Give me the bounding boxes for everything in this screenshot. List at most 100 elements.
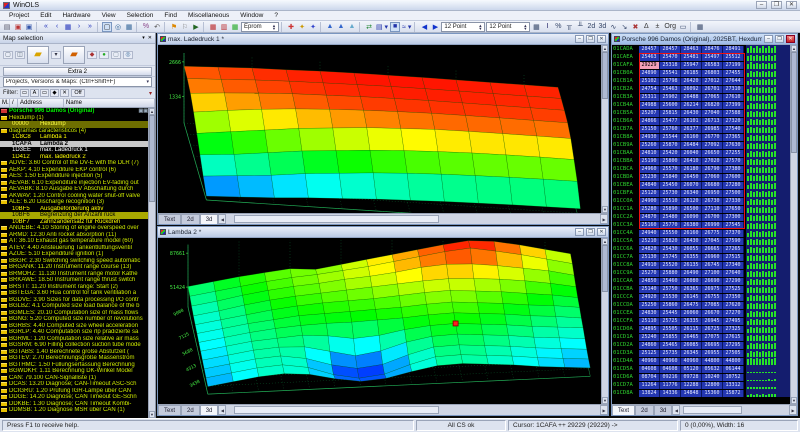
- hex-cell[interactable]: 27265: [723, 246, 744, 253]
- hex-cell[interactable]: 13312: [723, 382, 744, 389]
- filter-button-3[interactable]: ◆: [50, 89, 59, 97]
- hex-cell[interactable]: 25280: [639, 206, 660, 213]
- hex-cell[interactable]: 27040: [702, 110, 723, 117]
- selection-mode-icon[interactable]: ▢: [102, 22, 112, 32]
- hex-cell[interactable]: 26713: [702, 118, 723, 125]
- maximize-button[interactable]: ❐: [771, 1, 782, 9]
- scroll-left-icon[interactable]: ◀: [218, 405, 226, 415]
- extra2-tab[interactable]: Extra 2: [3, 67, 152, 76]
- hex-cell[interactable]: 27600: [723, 174, 744, 181]
- tab-2d[interactable]: 2d: [181, 214, 200, 224]
- hex-cell[interactable]: 25745: [660, 254, 681, 261]
- hex-cell[interactable]: 27320: [723, 118, 744, 125]
- hex-cell[interactable]: 24895: [639, 326, 660, 333]
- scroll-up-icon[interactable]: ▲: [602, 238, 608, 245]
- restore-button[interactable]: ❐: [775, 35, 784, 43]
- scroll-up-icon[interactable]: ▲: [149, 108, 155, 115]
- hex-cell[interactable]: 26960: [702, 254, 723, 261]
- menu-project[interactable]: Project: [4, 11, 34, 20]
- spinner-icon[interactable]: ▲▼: [523, 24, 527, 30]
- hex-cell[interactable]: 27495: [723, 318, 744, 325]
- hex-cell[interactable]: 27630: [723, 142, 744, 149]
- wave-icon[interactable]: ∿: [608, 22, 618, 32]
- hex-cell[interactable]: 27380: [723, 166, 744, 173]
- grid-final-icon[interactable]: ▦: [695, 22, 705, 32]
- hex-cell[interactable]: 26340: [681, 190, 702, 197]
- hex-cell[interactable]: 05632: [702, 366, 723, 373]
- hex-cell[interactable]: 26355: [681, 254, 702, 261]
- hex-cell[interactable]: 26695: [702, 342, 723, 349]
- hex-cell[interactable]: 27325: [723, 326, 744, 333]
- hex-row[interactable]: 01CD4A4096040960409604480044800: [612, 357, 790, 365]
- scroll-down-icon[interactable]: ▼: [602, 206, 608, 213]
- text-3d-icon[interactable]: 3d: [597, 22, 607, 32]
- hex-cell[interactable]: 25318: [660, 62, 681, 69]
- prev-map-icon[interactable]: ‹: [52, 22, 62, 32]
- cursor-mode-icon[interactable]: I: [542, 22, 552, 32]
- menu-window[interactable]: Window: [235, 11, 268, 20]
- hex-cell[interactable]: 26430: [681, 238, 702, 245]
- hex-cell[interactable]: 26985: [702, 126, 723, 133]
- filter-button-4[interactable]: ✕: [60, 89, 69, 97]
- print-icon[interactable]: ▤: [2, 22, 12, 32]
- hex-row[interactable]: 01CB7A2515025760263772698527540: [612, 125, 790, 133]
- hex-cell[interactable]: 26950: [702, 190, 723, 197]
- view-square-icon[interactable]: ■: [390, 22, 400, 32]
- menu-edit[interactable]: Edit: [35, 11, 56, 20]
- hex-cell[interactable]: 25815: [660, 110, 681, 117]
- hex-cell[interactable]: 26790: [702, 166, 723, 173]
- scroll-left-icon[interactable]: ◀: [672, 405, 680, 415]
- tab-2d[interactable]: 2d: [181, 405, 200, 415]
- hex-cell[interactable]: 26092: [681, 86, 702, 93]
- delta-icon[interactable]: Δ: [641, 22, 651, 32]
- hex-cell[interactable]: 24866: [639, 118, 660, 125]
- eprom-select[interactable]: Eprom▲▼: [241, 22, 279, 32]
- filter-button-0[interactable]: ▭: [20, 89, 29, 97]
- hex-cell[interactable]: 27500: [723, 190, 744, 197]
- hex-grid[interactable]: 01CADA284572845728463284762849101CAEA254…: [612, 45, 790, 404]
- hex-row[interactable]: 01CC8A2491025520261352674527340: [612, 261, 790, 269]
- hex-cell[interactable]: 27065: [702, 94, 723, 101]
- hex-cell[interactable]: 26500: [681, 206, 702, 213]
- hex-cell[interactable]: 25541: [660, 70, 681, 77]
- scroll-left-icon[interactable]: ◀: [218, 214, 226, 224]
- hex-row[interactable]: 01CCBA2514025750263652697527525: [612, 285, 790, 293]
- hex-cell[interactable]: 25770: [660, 222, 681, 229]
- minimize-button[interactable]: ‒: [764, 35, 773, 43]
- hex-cell[interactable]: 10240: [702, 374, 723, 381]
- hex-row[interactable]: 01CB8A2493025544261602677027365: [612, 133, 790, 141]
- hex-cell[interactable]: 25460: [660, 278, 681, 285]
- hex-cell[interactable]: 27255: [723, 150, 744, 157]
- hex-cell[interactable]: 24840: [639, 182, 660, 189]
- hex-cell[interactable]: 25270: [639, 270, 660, 277]
- hex-row[interactable]: 01CD6A0870409216097281024010752: [612, 373, 790, 381]
- minimize-button[interactable]: ‒: [756, 1, 767, 9]
- hex-cell[interactable]: 25725: [660, 318, 681, 325]
- menu-view[interactable]: View: [97, 11, 121, 20]
- hex-cell[interactable]: 25890: [660, 206, 681, 213]
- hex-row[interactable]: 01CC3A2516025770263802699027545: [612, 221, 790, 229]
- hex-cell[interactable]: 25798: [660, 78, 681, 85]
- tab-text[interactable]: Text: [158, 405, 181, 415]
- save-project-icon[interactable]: ◫: [15, 51, 25, 59]
- hex-cell[interactable]: 27590: [723, 238, 744, 245]
- hex-cell[interactable]: 25125: [639, 350, 660, 357]
- hex-cell[interactable]: 24960: [639, 166, 660, 173]
- hex-cell[interactable]: 44800: [702, 358, 723, 365]
- hex-cell[interactable]: 27290: [723, 278, 744, 285]
- percent2-icon[interactable]: %: [553, 22, 563, 32]
- hex-cell[interactable]: 26680: [702, 182, 723, 189]
- hex-row[interactable]: 01CC1A2528025890265002711027650: [612, 205, 790, 213]
- hex-cell[interactable]: 26120: [681, 198, 702, 205]
- hex-cell[interactable]: 26365: [681, 286, 702, 293]
- hex-cell[interactable]: 26670: [702, 310, 723, 317]
- hex-cell[interactable]: 14848: [681, 390, 702, 397]
- hex-row[interactable]: 01CB0A2489025541261852680327455: [612, 69, 790, 77]
- hex-cell[interactable]: 27092: [702, 142, 723, 149]
- hex-cell[interactable]: 25820: [660, 238, 681, 245]
- horizontal-scrollbar[interactable]: ◀▶: [218, 214, 608, 224]
- hex-row[interactable]: 01CD0A2489525505261152672527325: [612, 325, 790, 333]
- hex-cell[interactable]: 27650: [723, 206, 744, 213]
- map-table-red2-icon[interactable]: ▥: [219, 22, 229, 32]
- hex-cell[interactable]: 27060: [702, 174, 723, 181]
